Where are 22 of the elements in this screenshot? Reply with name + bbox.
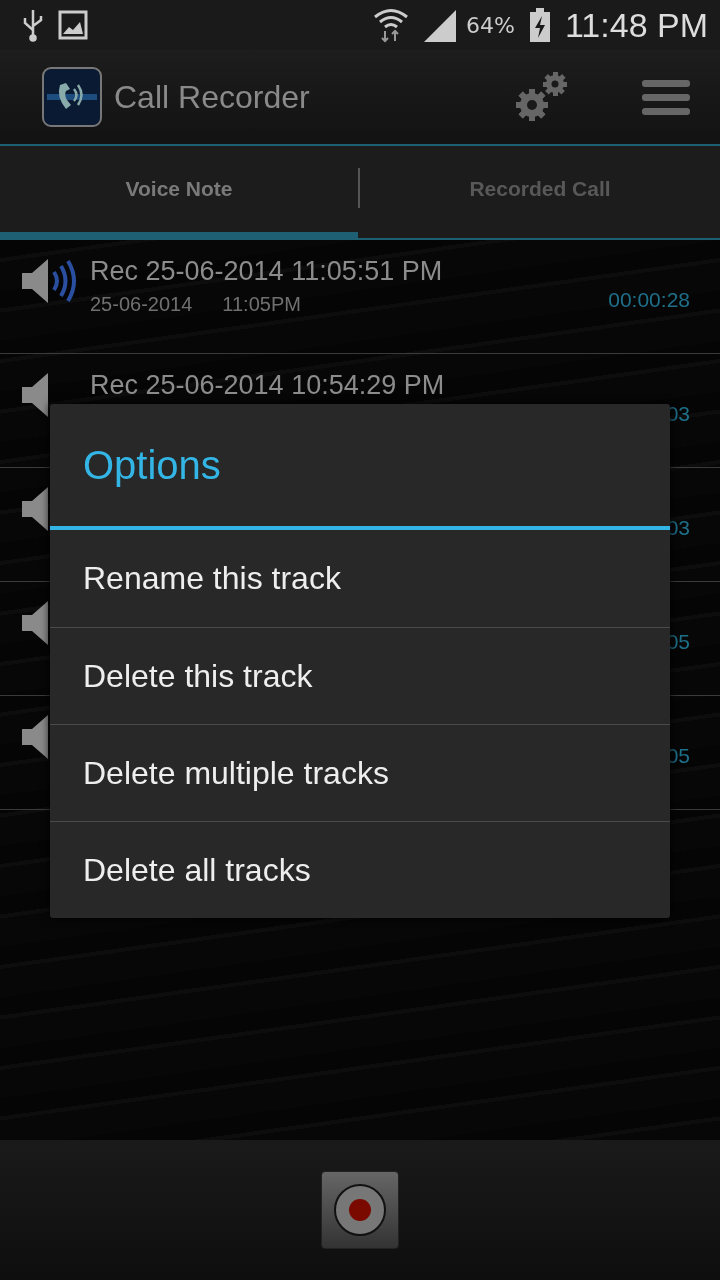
battery-percentage: 64% (466, 12, 515, 38)
app-logo-icon (42, 67, 102, 127)
menu-item[interactable]: Rename this track (50, 530, 670, 627)
record-button[interactable] (321, 1171, 399, 1249)
battery-charging-icon (529, 8, 551, 42)
recording-date: 25-06-2014 (90, 293, 193, 316)
recording-title: Rec 25-06-2014 10:54:29 PM (90, 370, 446, 401)
app-title: Call Recorder (114, 78, 310, 116)
image-icon (58, 10, 88, 40)
recording-title: Rec 25-06-2014 11:05:51 PM (90, 256, 444, 287)
menu-item[interactable]: Delete this track (50, 627, 670, 724)
dialog-title: Options (50, 404, 670, 530)
recording-duration: 00:00:28 (608, 288, 690, 312)
speaker-icon (20, 256, 78, 306)
signal-icon (424, 8, 459, 42)
menu-icon[interactable] (642, 77, 692, 117)
clock-time: 11:48 PM (565, 5, 708, 45)
menu-item[interactable]: Delete multiple tracks (50, 724, 670, 821)
usb-icon (22, 8, 44, 42)
speaker-icon (20, 370, 50, 420)
recording-time: 11:05PM (222, 293, 301, 316)
menu-item[interactable]: Delete all tracks (50, 821, 670, 918)
